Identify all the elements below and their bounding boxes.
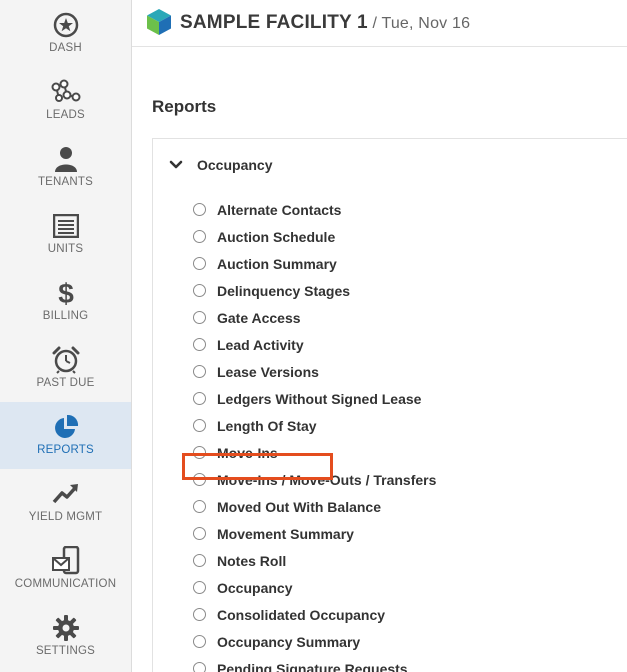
sidebar-item-dash[interactable]: DASH — [0, 0, 131, 67]
app-root: DASH LEADS TENANTS UNITS $ BILLING PAST … — [0, 0, 627, 672]
report-label: Movement Summary — [217, 525, 354, 542]
report-label: Auction Schedule — [217, 228, 336, 245]
report-label: Notes Roll — [217, 552, 287, 569]
sidebar-item-past-due[interactable]: PAST DUE — [0, 335, 131, 402]
pie-chart-icon — [0, 412, 131, 442]
report-option-consolidated-occupancy[interactable]: Consolidated Occupancy — [193, 601, 436, 628]
sidebar: DASH LEADS TENANTS UNITS $ BILLING PAST … — [0, 0, 132, 672]
report-label: Alternate Contacts — [217, 201, 342, 218]
report-label: Lease Versions — [217, 363, 319, 380]
phone-mail-icon — [0, 546, 131, 576]
sidebar-item-label: REPORTS — [37, 444, 94, 456]
report-list: Alternate Contacts Auction Schedule Auct… — [193, 196, 436, 672]
report-label: Length Of Stay — [217, 417, 317, 434]
svg-text:$: $ — [58, 278, 74, 308]
report-label: Ledgers Without Signed Lease — [217, 390, 422, 407]
sidebar-item-tenants[interactable]: TENANTS — [0, 134, 131, 201]
sidebar-item-label: LEADS — [46, 109, 85, 121]
report-label: Occupancy — [217, 579, 293, 596]
main-content: Reports Occupancy Alternate Contacts Auc… — [132, 47, 627, 672]
report-label: Occupancy Summary — [217, 633, 361, 650]
radio-button[interactable] — [193, 554, 206, 567]
sidebar-item-yield-mgmt[interactable]: YIELD MGMT — [0, 469, 131, 536]
report-option-auction-schedule[interactable]: Auction Schedule — [193, 223, 436, 250]
sidebar-item-reports[interactable]: REPORTS — [0, 402, 131, 469]
radio-button[interactable] — [193, 527, 206, 540]
facility-name: SAMPLE FACILITY 1 — [180, 12, 368, 33]
report-option-lead-activity[interactable]: Lead Activity — [193, 331, 436, 358]
radio-button[interactable] — [193, 500, 206, 513]
report-label: Delinquency Stages — [217, 282, 351, 299]
radio-button[interactable] — [193, 608, 206, 621]
facility-title[interactable]: SAMPLE FACILITY 1 / Tue, Nov 16 — [180, 12, 470, 34]
sidebar-item-label: UNITS — [47, 243, 84, 255]
sidebar-item-units[interactable]: UNITS — [0, 201, 131, 268]
page-title: Reports — [152, 97, 217, 116]
gear-icon — [0, 613, 131, 643]
radio-button[interactable] — [193, 365, 206, 378]
sidebar-item-label: YIELD MGMT — [28, 511, 103, 523]
radio-button[interactable] — [193, 230, 206, 243]
report-option-lease-versions[interactable]: Lease Versions — [193, 358, 436, 385]
dashboard-icon — [0, 10, 131, 40]
sidebar-item-communication[interactable]: COMMUNICATION — [0, 536, 131, 603]
sidebar-item-label: PAST DUE — [36, 377, 95, 389]
radio-button[interactable] — [193, 257, 206, 270]
units-icon — [0, 211, 131, 241]
report-label: Auction Summary — [217, 255, 337, 272]
current-date: / Tue, Nov 16 — [367, 15, 471, 32]
report-label: Lead Activity — [217, 336, 304, 353]
sidebar-item-billing[interactable]: $ BILLING — [0, 268, 131, 335]
sidebar-item-label: TENANTS — [37, 176, 94, 188]
radio-button[interactable] — [193, 662, 206, 672]
sidebar-item-label: SETTINGS — [35, 645, 96, 657]
sidebar-item-leads[interactable]: LEADS — [0, 67, 131, 134]
occupancy-group-toggle[interactable]: Occupancy — [169, 157, 272, 173]
radio-button[interactable] — [193, 311, 206, 324]
report-option-occupancy-summary[interactable]: Occupancy Summary — [193, 628, 436, 655]
radio-button[interactable] — [193, 419, 206, 432]
radio-button[interactable] — [193, 284, 206, 297]
top-header: SAMPLE FACILITY 1 / Tue, Nov 16 — [132, 0, 627, 47]
radio-button[interactable] — [193, 581, 206, 594]
report-option-auction-summary[interactable]: Auction Summary — [193, 250, 436, 277]
reports-panel: Occupancy Alternate Contacts Auction Sch… — [152, 138, 627, 672]
radio-button[interactable] — [193, 635, 206, 648]
report-option-delinquency-stages[interactable]: Delinquency Stages — [193, 277, 436, 304]
sidebar-item-label: DASH — [49, 42, 82, 54]
report-option-gate-access[interactable]: Gate Access — [193, 304, 436, 331]
highlight-box-length-of-stay — [182, 453, 333, 480]
trend-up-icon — [0, 479, 131, 509]
report-option-movement-summary[interactable]: Movement Summary — [193, 520, 436, 547]
report-option-pending-signature-requests[interactable]: Pending Signature Requests — [193, 655, 436, 672]
alarm-clock-icon — [0, 345, 131, 375]
radio-button[interactable] — [193, 338, 206, 351]
report-option-occupancy[interactable]: Occupancy — [193, 574, 436, 601]
leads-icon — [0, 77, 131, 107]
report-option-alternate-contacts[interactable]: Alternate Contacts — [193, 196, 436, 223]
report-option-ledgers-without-signed-lease[interactable]: Ledgers Without Signed Lease — [193, 385, 436, 412]
report-label: Gate Access — [217, 309, 301, 326]
report-label: Consolidated Occupancy — [217, 606, 386, 623]
sidebar-item-label: COMMUNICATION — [14, 578, 117, 590]
report-option-length-of-stay[interactable]: Length Of Stay — [193, 412, 436, 439]
sidebar-item-label: BILLING — [42, 310, 89, 322]
radio-button[interactable] — [193, 203, 206, 216]
sidebar-item-settings[interactable]: SETTINGS — [0, 603, 131, 670]
dollar-icon: $ — [0, 278, 131, 308]
person-icon — [0, 144, 131, 174]
report-label: Moved Out With Balance — [217, 498, 382, 515]
report-label: Pending Signature Requests — [217, 660, 408, 672]
report-option-moved-out-with-balance[interactable]: Moved Out With Balance — [193, 493, 436, 520]
report-option-notes-roll[interactable]: Notes Roll — [193, 547, 436, 574]
group-label: Occupancy — [197, 157, 273, 173]
facility-cube-logo-icon — [146, 8, 172, 41]
radio-button[interactable] — [193, 392, 206, 405]
chevron-down-icon — [169, 158, 183, 172]
